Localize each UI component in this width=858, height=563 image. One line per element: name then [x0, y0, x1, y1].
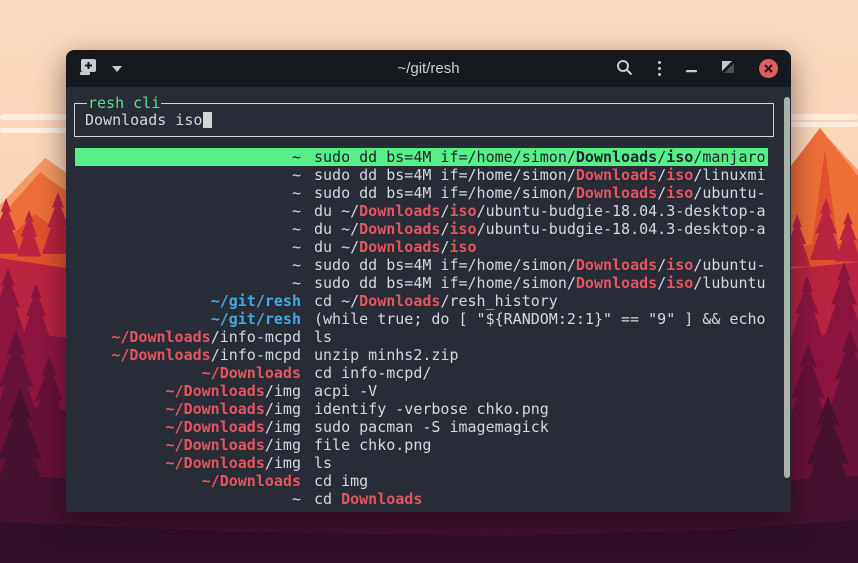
row-path: ~/git/resh [75, 310, 301, 328]
row-path: ~/git/resh [75, 292, 301, 310]
row-path: ~/Downloads/img [75, 400, 301, 418]
history-row[interactable]: ~ du ~/Downloads/iso/ubuntu-budgie-18.04.… [75, 202, 768, 220]
row-path: ~ [75, 184, 301, 202]
terminal-content: resh cli Downloads iso ~ sudo dd bs=4M if… [66, 87, 791, 512]
row-path: ~/Downloads/img [75, 454, 301, 472]
history-row[interactable]: ~ sudo dd bs=4M if=/home/simon/Downloads/… [75, 274, 768, 292]
history-row[interactable]: ~/Downloads/info-mcpd unzip minhs2.zip [75, 346, 768, 364]
row-path: ~ [75, 166, 301, 184]
restore-icon [722, 61, 734, 76]
history-list: ~ sudo dd bs=4M if=/home/simon/Downloads/… [75, 148, 768, 508]
history-row-selected[interactable]: ~ sudo dd bs=4M if=/home/simon/Downloads/… [75, 148, 768, 166]
row-command: du ~/Downloads/iso/ubuntu-budgie-18.04.3… [314, 202, 768, 220]
row-path: ~/Downloads/img [75, 418, 301, 436]
row-command: cd ~/Downloads/resh_history [314, 292, 768, 310]
search-button[interactable] [616, 59, 633, 79]
row-path: ~/Downloads/info-mcpd [75, 328, 301, 346]
row-command: cd Downloads [314, 490, 768, 508]
history-row[interactable]: ~/Downloads/img ls [75, 454, 768, 472]
history-row[interactable]: ~ sudo dd bs=4M if=/home/simon/Downloads/… [75, 166, 768, 184]
terminal-window: ~/git/resh [66, 50, 791, 512]
history-row[interactable]: ~ sudo dd bs=4M if=/home/simon/Downloads/… [75, 256, 768, 274]
history-row[interactable]: ~/git/resh cd ~/Downloads/resh_history [75, 292, 768, 310]
history-row[interactable]: ~ du ~/Downloads/iso/ubuntu-budgie-18.04.… [75, 220, 768, 238]
search-box-label: resh cli [87, 94, 161, 112]
resh-search-box[interactable]: resh cli Downloads iso [74, 103, 774, 137]
row-path: ~/Downloads/info-mcpd [75, 346, 301, 364]
scrollbar-thumb[interactable] [784, 97, 790, 478]
history-row[interactable]: ~/Downloads/info-mcpd ls [75, 328, 768, 346]
row-command: unzip minhs2.zip [314, 346, 768, 364]
row-path: ~/Downloads/img [75, 436, 301, 454]
history-row[interactable]: ~/Downloads cd info-mcpd/ [75, 364, 768, 382]
titlebar[interactable]: ~/git/resh [66, 50, 791, 87]
row-command: ls [314, 454, 768, 472]
row-command: file chko.png [314, 436, 768, 454]
row-command: ls [314, 328, 768, 346]
row-command: cd info-mcpd/ [314, 364, 768, 382]
search-icon [616, 59, 633, 79]
row-path: ~/Downloads [75, 364, 301, 382]
row-command: du ~/Downloads/iso/ubuntu-budgie-18.04.3… [314, 220, 768, 238]
close-button[interactable] [759, 59, 778, 78]
search-input[interactable]: Downloads iso [85, 111, 212, 129]
row-command: sudo pacman -S imagemagick [314, 418, 768, 436]
row-path: ~/Downloads/img [75, 382, 301, 400]
row-command: sudo dd bs=4M if=/home/simon/Downloads/i… [314, 274, 768, 292]
restore-button[interactable] [722, 61, 734, 76]
text-cursor [203, 112, 212, 128]
history-row[interactable]: ~ cd Downloads [75, 490, 768, 508]
row-path: ~ [75, 256, 301, 274]
row-path: ~ [75, 490, 301, 508]
row-command: du ~/Downloads/iso [314, 238, 768, 256]
row-path: ~ [75, 238, 301, 256]
row-command: sudo dd bs=4M if=/home/simon/Downloads/i… [314, 256, 768, 274]
row-command: (while true; do [ "${RANDOM:2:1}" == "9"… [314, 310, 768, 328]
menu-button[interactable] [658, 61, 661, 76]
row-path: ~ [75, 274, 301, 292]
history-row[interactable]: ~ sudo dd bs=4M if=/home/simon/Downloads/… [75, 184, 768, 202]
desktop: ~/git/resh [0, 0, 858, 563]
row-command: acpi -V [314, 382, 768, 400]
row-path: ~/Downloads [75, 472, 301, 490]
kebab-menu-icon [658, 61, 661, 76]
row-command: sudo dd bs=4M if=/home/simon/Downloads/i… [314, 166, 768, 184]
history-row[interactable]: ~/Downloads/img identify -verbose chko.pn… [75, 400, 768, 418]
row-command: identify -verbose chko.png [314, 400, 768, 418]
row-command: sudo dd bs=4M if=/home/simon/Downloads/i… [314, 184, 768, 202]
history-row[interactable]: ~ du ~/Downloads/iso [75, 238, 768, 256]
minimize-icon [686, 61, 697, 76]
history-row[interactable]: ~/Downloads cd img [75, 472, 768, 490]
row-path: ~ [75, 148, 301, 166]
history-row[interactable]: ~/Downloads/img sudo pacman -S imagemagic… [75, 418, 768, 436]
history-row[interactable]: ~/git/resh (while true; do [ "${RANDOM:2:… [75, 310, 768, 328]
row-path: ~ [75, 220, 301, 238]
minimize-button[interactable] [686, 61, 697, 76]
history-row[interactable]: ~/Downloads/img file chko.png [75, 436, 768, 454]
close-x-icon [764, 61, 773, 76]
row-command: cd img [314, 472, 768, 490]
history-row[interactable]: ~/Downloads/img acpi -V [75, 382, 768, 400]
row-command: sudo dd bs=4M if=/home/simon/Downloads/i… [314, 148, 768, 166]
row-path: ~ [75, 202, 301, 220]
